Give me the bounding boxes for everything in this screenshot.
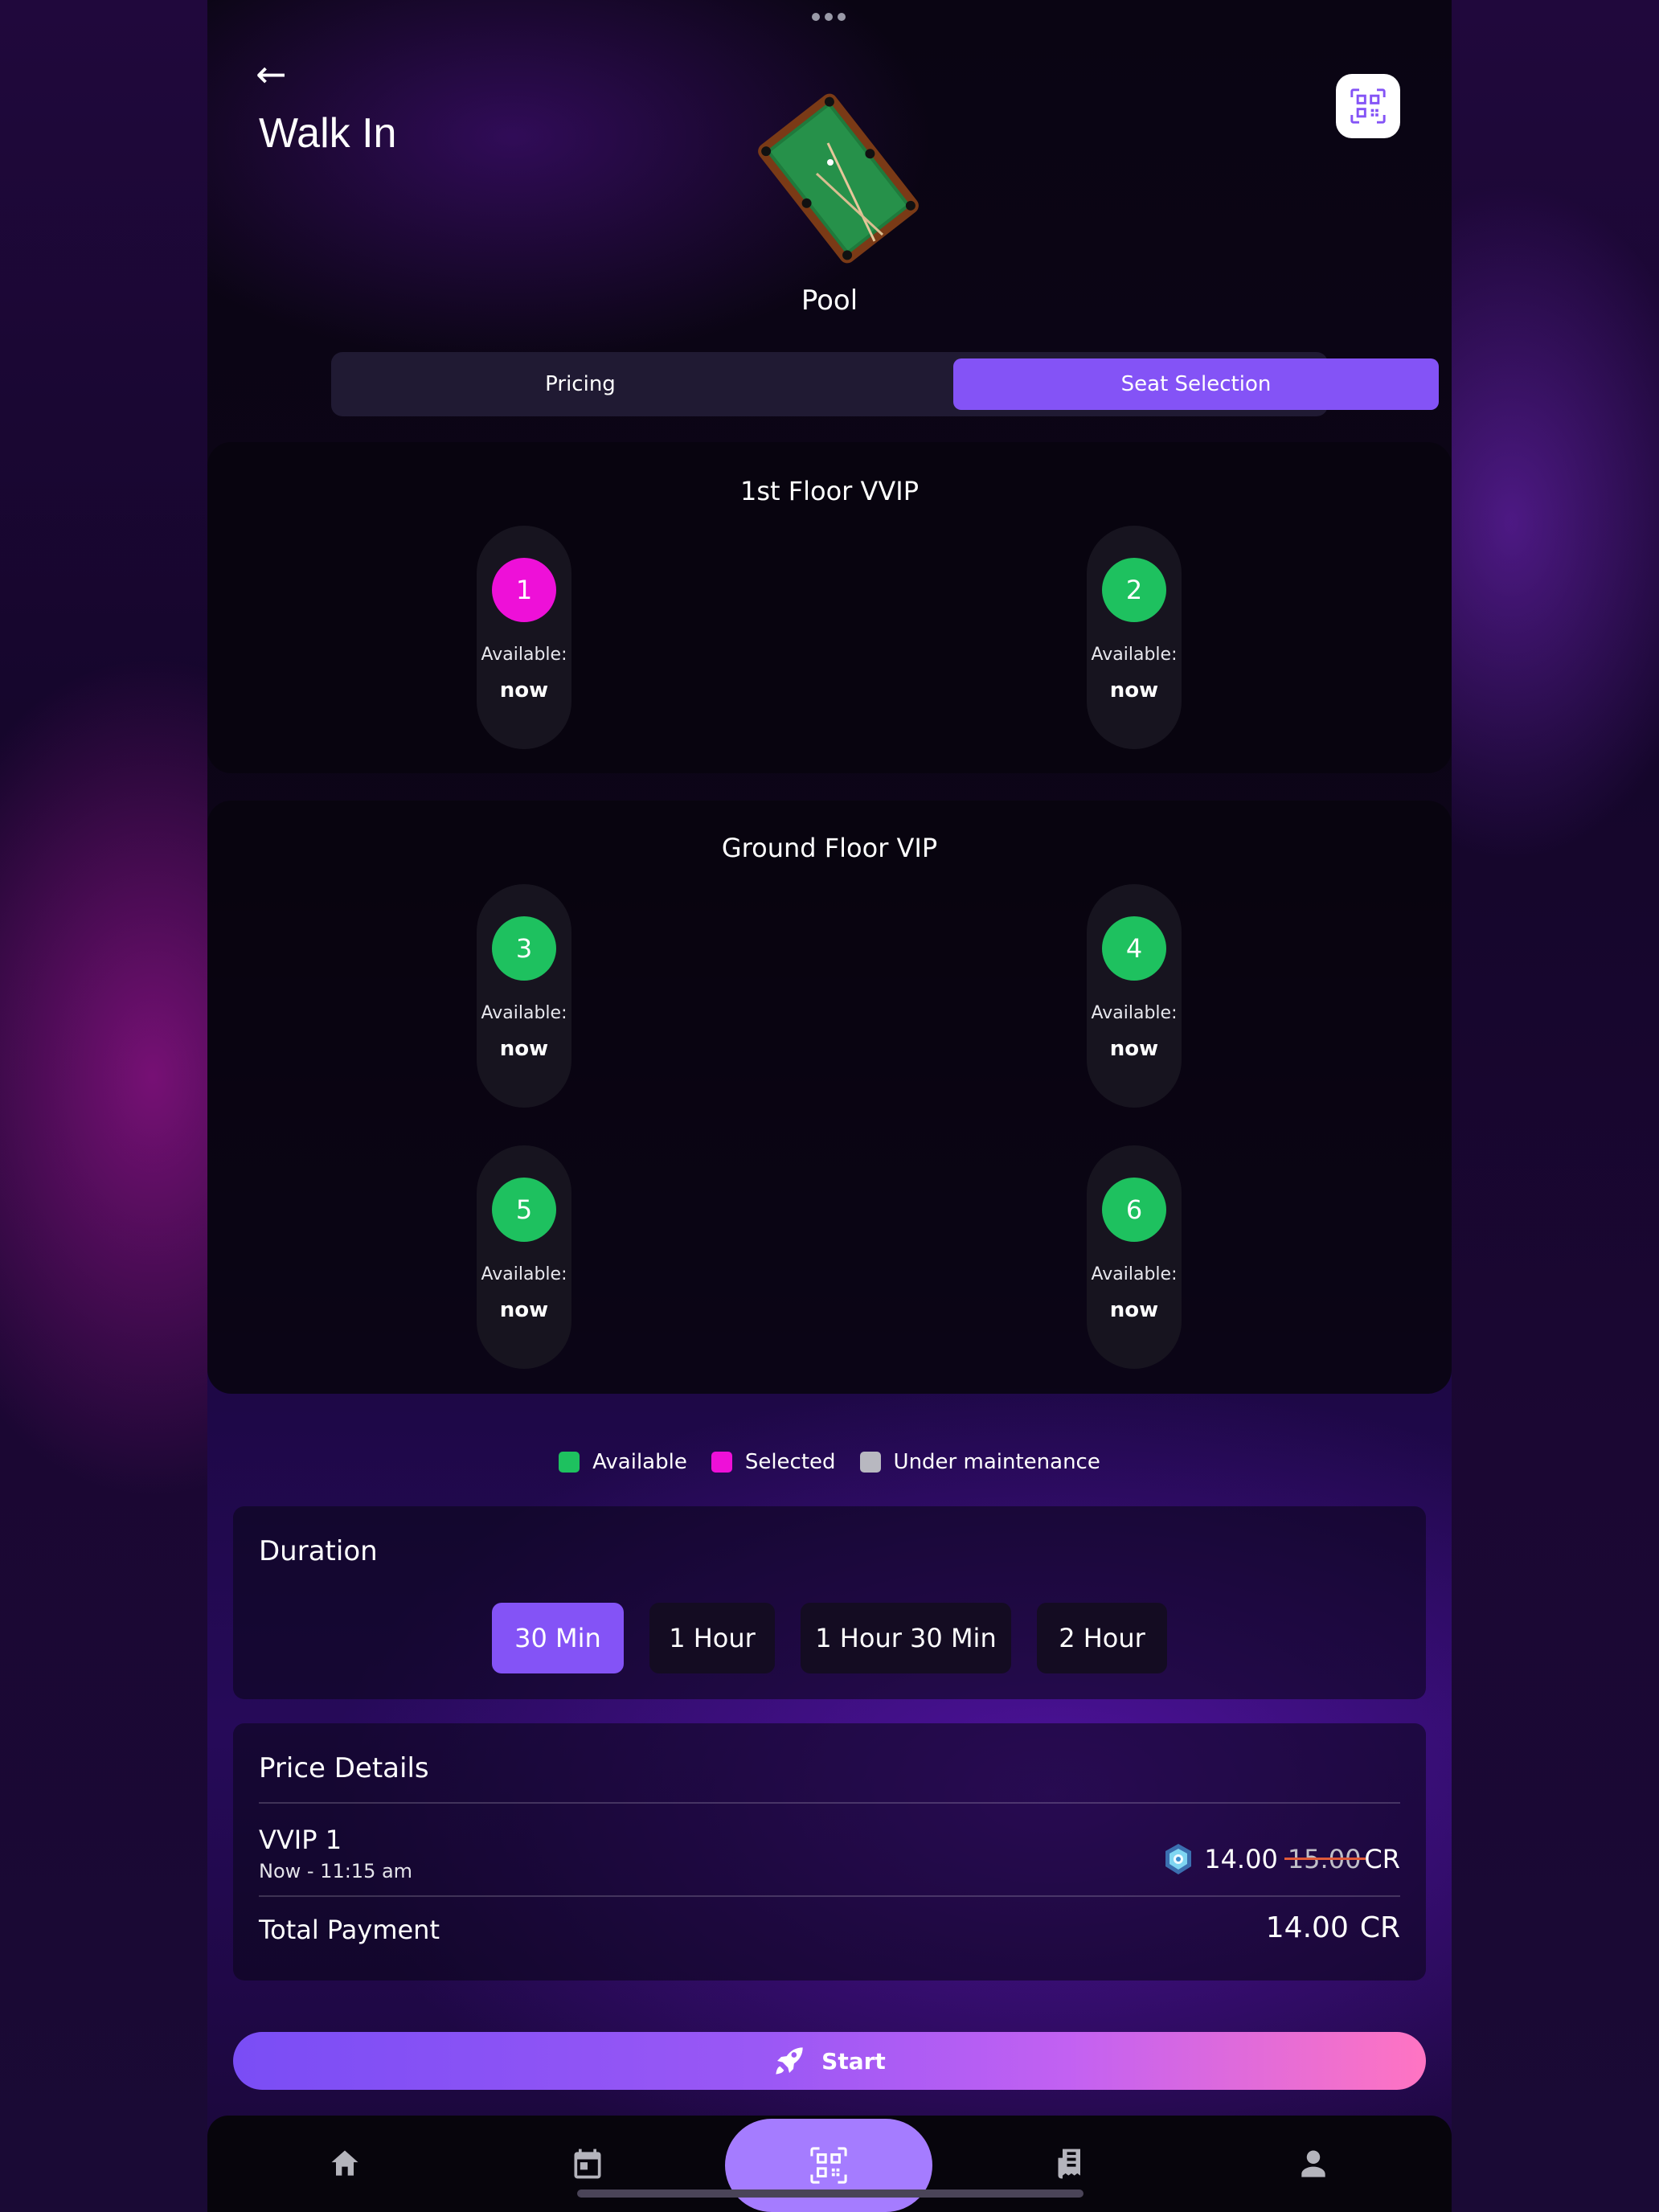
seat-available-value: now [1109,1037,1159,1061]
seat-available-value: now [499,1298,549,1322]
qr-scan-button[interactable] [1336,74,1400,138]
section-title: 1st Floor VVIP [739,476,920,506]
rocket-icon [776,2047,803,2075]
duration-card: Duration 30 Min 1 Hour 1 Hour 30 Min 2 H… [233,1506,1426,1699]
more-dots-icon[interactable] [812,13,847,24]
price-details-card: Price Details VVIP 1 Now - 11:15 am 14.0… [233,1723,1426,1981]
seat-available-label: Available: [481,1264,567,1284]
seat-5[interactable]: 5 Available: now [477,1145,571,1369]
seat-available-label: Available: [481,645,567,665]
legend-swatch [711,1452,732,1473]
back-button[interactable]: ← [256,50,287,98]
legend-swatch [559,1452,580,1473]
discounted-price: 14.00 [1204,1844,1278,1874]
seat-available-label: Available: [1091,645,1178,665]
home-icon [331,2150,358,2176]
calendar-icon [574,2149,601,2179]
game-name: Pool [801,285,858,317]
price-currency: CR [1364,1844,1400,1874]
profile-icon [1301,2150,1325,2177]
legend-label: Under maintenance [893,1450,1100,1474]
seat-number: 5 [492,1178,556,1242]
legend-label: Available [592,1450,687,1474]
price-item-time: Now - 11:15 am [259,1860,413,1882]
credit-coin-icon [1165,1844,1192,1874]
receipt-icon [1058,2149,1080,2179]
nav-scan[interactable] [725,2119,932,2212]
seat-available-label: Available: [1091,1264,1178,1284]
legend-maintenance: Under maintenance [859,1450,1100,1474]
seat-2[interactable]: 2 Available: now [1087,526,1182,749]
section-ground-floor-vip: Ground Floor VIP 3 Available: now 4 Avai… [207,801,1452,1394]
seat-available-value: now [1109,678,1159,703]
tab-bar: Pricing Seat Selection [331,352,1439,416]
seat-available-value: now [1109,1298,1159,1322]
divider [259,1802,1400,1804]
nav-profile[interactable] [1289,2140,1337,2188]
seat-number: 3 [492,916,556,981]
original-price: 15.00 [1284,1844,1366,1874]
nav-receipts[interactable] [1047,2140,1096,2188]
tab-seat-selection[interactable]: Seat Selection [953,358,1439,410]
duration-title: Duration [259,1535,378,1567]
seat-available-label: Available: [481,1003,567,1023]
price-details-title: Price Details [259,1752,429,1784]
seat-4[interactable]: 4 Available: now [1087,884,1182,1108]
seat-legend: Available Selected Under maintenance [207,1450,1452,1474]
tab-pricing[interactable]: Pricing [338,358,823,410]
legend-selected: Selected [711,1450,836,1474]
seat-available-value: now [499,678,549,703]
duration-option-2hour[interactable]: 2 Hour [1037,1603,1167,1673]
qr-scan-icon [1350,88,1386,124]
divider [259,1895,1400,1897]
qr-scan-icon [810,2147,847,2184]
legend-available: Available [559,1450,687,1474]
legend-label: Selected [744,1450,836,1474]
start-button[interactable]: Start [233,2032,1426,2090]
price-item-value: 14.00 15.00 CR [1162,1842,1400,1876]
seat-1[interactable]: 1 Available: now [477,526,571,749]
seat-available-value: now [499,1037,549,1061]
pool-table-image [754,90,923,267]
nav-home[interactable] [321,2140,369,2188]
seat-available-label: Available: [1091,1003,1178,1023]
total-payment-value: 14.00 CR [1265,1911,1400,1944]
seat-3[interactable]: 3 Available: now [477,884,571,1108]
seat-number: 4 [1102,916,1166,981]
total-payment-label: Total Payment [259,1915,440,1945]
duration-option-1hour30min[interactable]: 1 Hour 30 Min [801,1603,1011,1673]
duration-option-1hour[interactable]: 1 Hour [649,1603,775,1673]
seat-6[interactable]: 6 Available: now [1087,1145,1182,1369]
app-screen: ← Walk In Pool Pricing Seat Selection 1s… [207,0,1452,2212]
nav-calendar[interactable] [563,2140,612,2188]
seat-number: 6 [1102,1178,1166,1242]
seat-number: 1 [492,558,556,622]
section-1st-floor-vvip: 1st Floor VVIP 1 Available: now 2 Availa… [207,442,1452,773]
home-indicator [577,2189,1083,2198]
page-title: Walk In [259,110,397,157]
duration-option-30min[interactable]: 30 Min [492,1603,624,1673]
start-label: Start [821,2047,886,2075]
seat-number: 2 [1102,558,1166,622]
price-item-name: VVIP 1 [259,1825,342,1855]
legend-swatch [859,1452,881,1473]
section-title: Ground Floor VIP [721,833,938,863]
